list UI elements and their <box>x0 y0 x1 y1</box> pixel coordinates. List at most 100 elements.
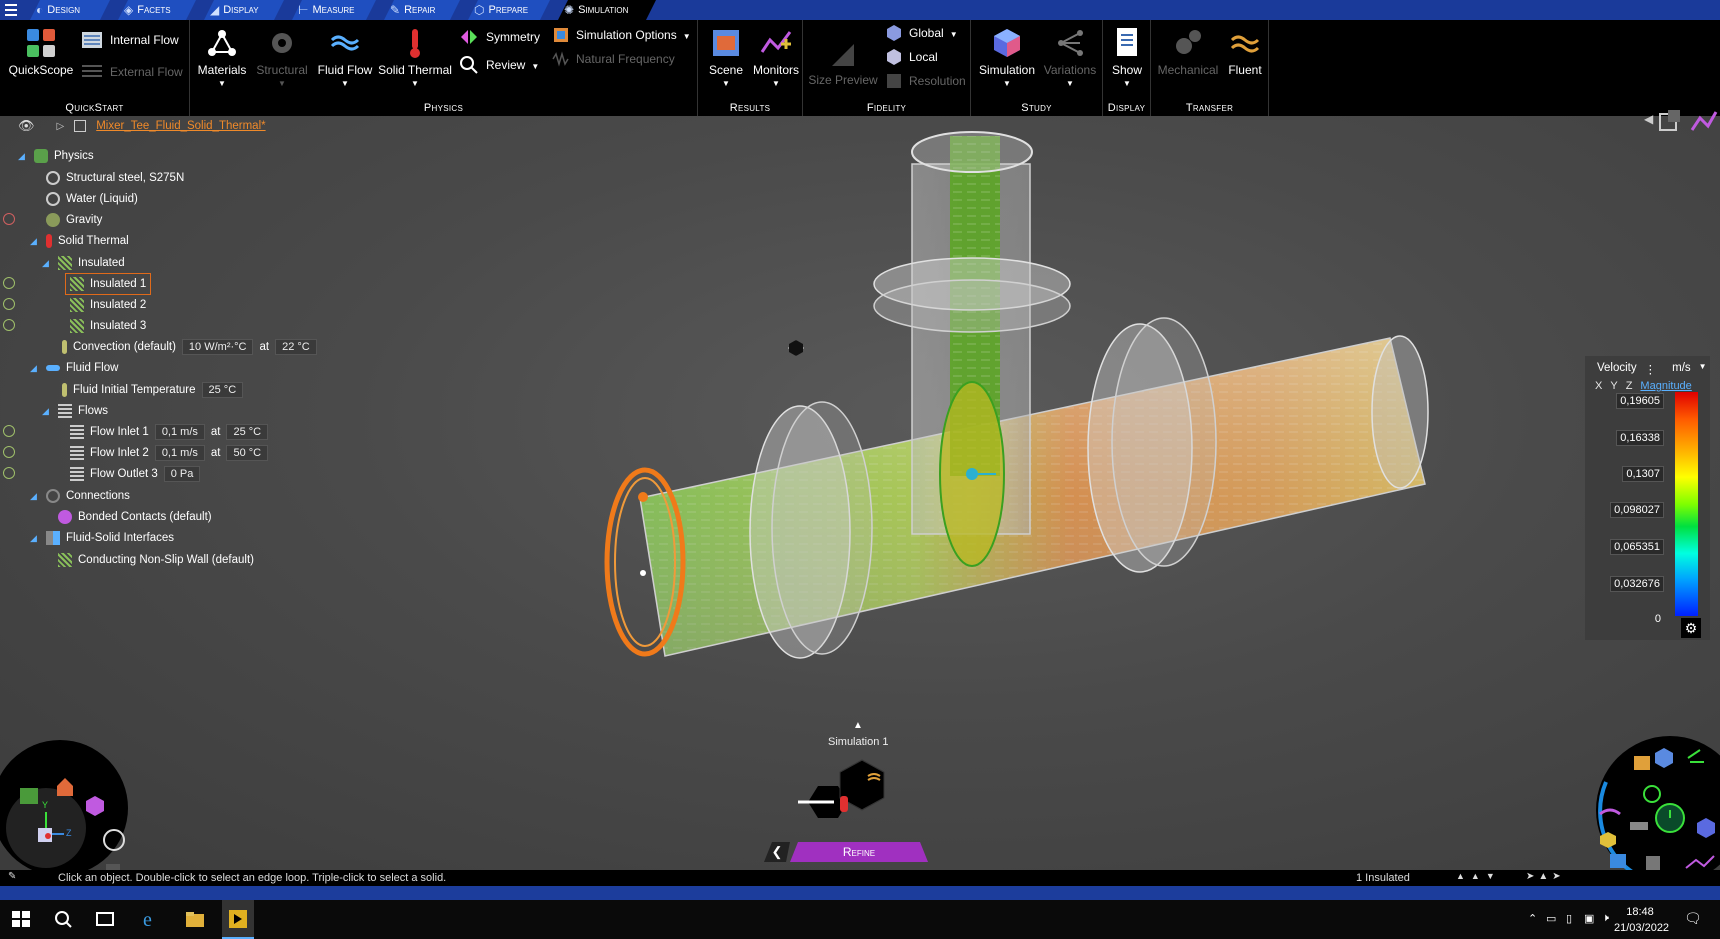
legend-tick[interactable]: 0,065351 <box>1610 539 1664 555</box>
right-tool-wheel[interactable] <box>1580 728 1720 878</box>
tray-display-icon[interactable]: ▣ <box>1584 912 1594 925</box>
simulation-name[interactable]: Simulation 1 <box>828 736 889 748</box>
component-y[interactable]: Y <box>1610 380 1617 392</box>
collapse-triangle-icon[interactable]: ◢ <box>30 236 40 247</box>
component-x[interactable]: X <box>1595 380 1602 392</box>
fluid-flow-button[interactable]: Fluid Flow ▼ <box>314 26 376 88</box>
tab-simulation[interactable]: ✺ Simulation <box>558 0 656 20</box>
tree-node-physics[interactable]: ◢ Physics <box>18 146 94 166</box>
taskbar-clock[interactable]: 18:48 21/03/2022 <box>1614 904 1669 936</box>
tree-node-insulated-3[interactable]: Insulated 3 <box>70 316 146 336</box>
tab-design[interactable]: ◐ Design <box>30 0 110 20</box>
tree-node-solid-thermal[interactable]: ◢ Solid Thermal <box>30 231 129 251</box>
results-panel-icon[interactable] <box>1656 108 1684 136</box>
3d-viewport[interactable]: 👁 ▷ Mixer_Tee_Fluid_Solid_Thermal* ◢ Phys… <box>0 110 1720 878</box>
legend-settings-gear-icon[interactable]: ⚙ <box>1681 618 1701 638</box>
tab-repair[interactable]: ✎ Repair <box>384 0 460 20</box>
legend-tick[interactable]: 0,1307 <box>1622 466 1664 482</box>
size-preview-button[interactable]: Size Preview <box>807 40 879 87</box>
tree-node-flow-inlet-2[interactable]: Flow Inlet 2 0,1 m/s at 50 °C <box>70 443 269 463</box>
legend-tick[interactable]: 0,16338 <box>1616 430 1664 446</box>
collapse-triangle-icon[interactable]: ◢ <box>18 151 28 162</box>
internal-flow-button[interactable]: Internal Flow <box>80 28 179 52</box>
tree-node-fluid-initial-temperature[interactable]: Fluid Initial Temperature 25 °C <box>62 380 244 400</box>
internet-explorer-icon[interactable]: e <box>140 908 162 930</box>
tree-node-bonded-contacts[interactable]: Bonded Contacts (default) <box>58 507 212 527</box>
component-z[interactable]: Z <box>1626 380 1633 392</box>
legend-tick[interactable]: 0 <box>1652 612 1664 626</box>
tree-node-flows[interactable]: ◢ Flows <box>42 401 108 421</box>
inlet-2-velocity-field[interactable]: 0,1 m/s <box>154 445 205 461</box>
collapse-triangle-icon[interactable]: ◢ <box>30 363 40 374</box>
monitors-button[interactable]: Monitors ▼ <box>750 26 802 88</box>
selection-mode-icons[interactable]: ➤▲➤ <box>1526 871 1565 882</box>
legend-quantity[interactable]: Velocity <box>1597 362 1637 376</box>
tree-node-flow-outlet-3[interactable]: Flow Outlet 30 Pa <box>70 464 201 484</box>
point-marker-icon[interactable] <box>789 340 803 356</box>
refine-stage-button[interactable]: Refine <box>790 842 928 862</box>
windows-start-icon[interactable] <box>10 908 32 930</box>
tray-volume-icon[interactable]: 🕨 <box>1602 912 1609 925</box>
tree-node-insulated-1[interactable]: Insulated 1 <box>64 273 152 295</box>
local-fidelity-button[interactable]: Local <box>885 48 938 66</box>
search-icon[interactable] <box>52 908 74 930</box>
unit-dropdown-icon[interactable]: ▼ <box>1699 362 1707 376</box>
tray-network-icon[interactable]: ▭ <box>1546 912 1556 925</box>
tree-node-fluid-flow[interactable]: ◢ Fluid Flow <box>30 358 118 378</box>
collapse-triangle-icon[interactable]: ◢ <box>30 533 40 544</box>
natural-frequency-button[interactable]: Natural Frequency <box>552 50 675 68</box>
legend-unit[interactable]: m/s <box>1672 362 1691 376</box>
legend-tick[interactable]: 0,032676 <box>1610 576 1664 592</box>
tab-measure[interactable]: ⊢ Measure <box>292 0 376 20</box>
select-tool-icon[interactable]: ✎ <box>8 871 16 882</box>
tree-node-gravity[interactable]: Gravity <box>46 210 102 230</box>
view-collapse-icon[interactable]: ◀ <box>1644 112 1653 126</box>
task-view-icon[interactable] <box>94 908 116 930</box>
quickscope-button[interactable]: QuickScope <box>9 26 73 77</box>
tree-node-flow-inlet-1[interactable]: Flow Inlet 1 0,1 m/s at 25 °C <box>70 422 269 442</box>
mechanical-button[interactable]: Mechanical <box>1153 26 1223 77</box>
convection-coefficient-field[interactable]: 10 W/m²·°C <box>181 339 254 355</box>
simulation-options-button[interactable]: Simulation Options ▼ <box>552 26 691 44</box>
structural-button[interactable]: Structural ▼ <box>252 26 312 88</box>
legend-menu-icon[interactable]: ⋮ <box>1645 362 1657 376</box>
tab-prepare[interactable]: ⬡ Prepare <box>468 0 550 20</box>
tray-chevron-icon[interactable]: ⌃ <box>1528 912 1537 925</box>
selection-nav-icons[interactable]: ▲▲▼ <box>1456 871 1501 881</box>
outlet-3-pressure-field[interactable]: 0 Pa <box>163 466 201 482</box>
inlet-1-temperature-field[interactable]: 25 °C <box>226 424 269 440</box>
legend-tick[interactable]: 0,098027 <box>1610 502 1664 518</box>
tree-node-insulated-2[interactable]: Insulated 2 <box>70 295 146 315</box>
legend-tick[interactable]: 0,19605 <box>1616 393 1664 409</box>
collapse-triangle-icon[interactable]: ◢ <box>30 491 40 502</box>
tree-node-fluid-solid-interfaces[interactable]: ◢ Fluid-Solid Interfaces <box>30 528 174 548</box>
tree-node-convection[interactable]: Convection (default) 10 W/m²·°C at 22 °C <box>62 337 317 357</box>
tree-node-structural-steel[interactable]: Structural steel, S275N <box>46 168 184 188</box>
hamburger-menu-icon[interactable] <box>0 0 22 20</box>
left-tool-wheel[interactable]: Y Z <box>0 728 140 878</box>
simulation-button[interactable]: Simulation ▼ <box>977 26 1037 88</box>
selection-info[interactable]: 1 Insulated <box>1356 872 1410 884</box>
monitor-chart-icon[interactable] <box>1690 108 1718 136</box>
tab-facets[interactable]: ◈ Facets <box>118 0 196 20</box>
review-button[interactable]: Review ▼ <box>458 54 539 76</box>
fluid-initial-temperature-field[interactable]: 25 °C <box>201 382 244 398</box>
simulation-hex-selector[interactable] <box>784 756 904 836</box>
show-button[interactable]: Show ▼ <box>1107 26 1147 88</box>
global-fidelity-button[interactable]: Global ▼ <box>885 24 958 42</box>
tree-node-connections[interactable]: ◢ Connections <box>30 486 130 506</box>
file-explorer-icon[interactable] <box>184 908 206 930</box>
scene-button[interactable]: Scene ▼ <box>704 26 748 88</box>
inlet-2-temperature-field[interactable]: 50 °C <box>226 445 269 461</box>
solid-thermal-button[interactable]: Solid Thermal ▼ <box>378 26 452 88</box>
tree-node-conducting-wall[interactable]: Conducting Non-Slip Wall (default) <box>58 550 254 570</box>
collapse-triangle-icon[interactable]: ◢ <box>42 406 52 417</box>
symmetry-button[interactable]: Symmetry <box>458 26 540 48</box>
resolution-button[interactable]: Resolution <box>885 72 966 90</box>
materials-button[interactable]: Materials ▼ <box>196 26 248 88</box>
fluent-button[interactable]: Fluent <box>1223 26 1267 77</box>
inlet-1-velocity-field[interactable]: 0,1 m/s <box>154 424 205 440</box>
tray-battery-icon[interactable]: ▯ <box>1566 912 1572 925</box>
collapse-triangle-icon[interactable]: ◢ <box>42 258 52 269</box>
tree-node-insulated[interactable]: ◢ Insulated <box>42 253 125 273</box>
